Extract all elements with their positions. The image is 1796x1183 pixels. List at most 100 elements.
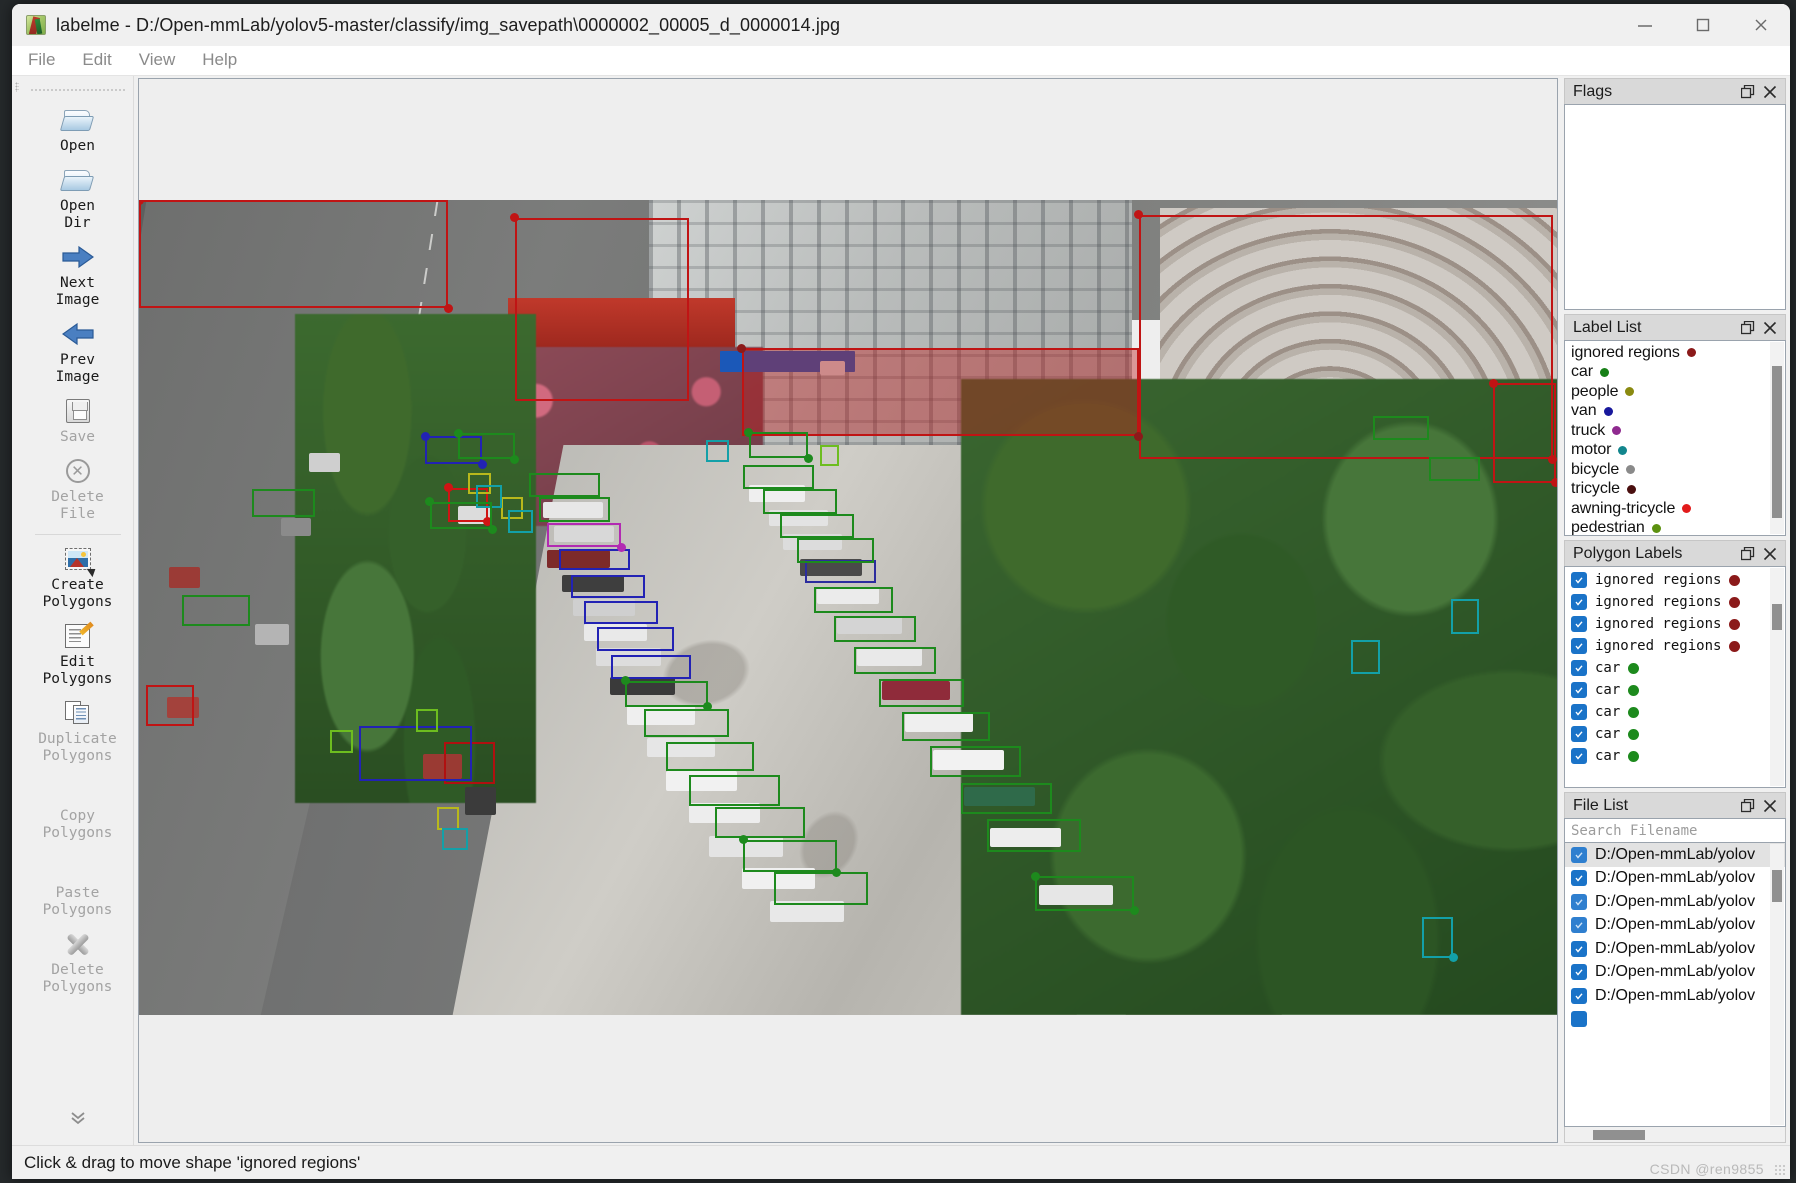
toolbar-copy-polygons[interactable]: Copy Polygons xyxy=(22,770,133,847)
resize-grip[interactable] xyxy=(1774,1164,1786,1176)
flags-list[interactable] xyxy=(1564,104,1786,310)
float-panel-icon[interactable] xyxy=(1737,795,1759,817)
shape-car[interactable] xyxy=(625,681,707,707)
list-item[interactable]: D:/Open-mmLab/yolov xyxy=(1565,937,1785,961)
toolbar-duplicate-polygons[interactable]: Duplicate Polygons xyxy=(22,693,133,770)
shape-ignored-regions[interactable] xyxy=(1493,383,1555,482)
shape-pedestrian[interactable] xyxy=(330,730,353,753)
polygon-labels-list[interactable]: ignored regions ignored regions ignored … xyxy=(1564,566,1786,788)
list-item[interactable]: car xyxy=(1565,657,1785,679)
close-panel-icon[interactable] xyxy=(1759,543,1781,565)
minimize-button[interactable] xyxy=(1616,4,1674,46)
shape-vertex[interactable] xyxy=(444,304,453,313)
shape-ignored-regions[interactable] xyxy=(515,218,689,401)
float-panel-icon[interactable] xyxy=(1737,317,1759,339)
chevron-down-icon[interactable] xyxy=(68,1110,88,1131)
toolbar-save[interactable]: Save xyxy=(22,391,133,451)
close-panel-icon[interactable] xyxy=(1759,795,1781,817)
checkbox-checked[interactable] xyxy=(1571,964,1587,980)
menu-file[interactable]: File xyxy=(26,48,68,74)
shape-car[interactable] xyxy=(430,502,492,530)
list-item[interactable]: D:/Open-mmLab/yolov xyxy=(1565,843,1785,867)
shape-vertex[interactable] xyxy=(737,344,746,353)
checkbox-checked[interactable] xyxy=(1571,638,1587,654)
shape-vertex[interactable] xyxy=(478,460,487,469)
shape-vertex[interactable] xyxy=(1551,478,1557,487)
shape-motor[interactable] xyxy=(1451,599,1479,633)
close-panel-icon[interactable] xyxy=(1759,317,1781,339)
toolbar-drag-handle[interactable] xyxy=(12,76,22,1145)
checkbox-checked[interactable] xyxy=(1571,847,1587,863)
list-item[interactable]: tricycle xyxy=(1565,480,1785,500)
toolbar-paste-polygons[interactable]: Paste Polygons xyxy=(22,847,133,924)
toolbar-delete-file[interactable]: ✕ Delete File xyxy=(22,451,133,528)
list-item[interactable]: car xyxy=(1565,723,1785,745)
shape-van[interactable] xyxy=(571,575,645,598)
file-list-scrollbar[interactable] xyxy=(1770,844,1784,1125)
shape-vertex[interactable] xyxy=(1130,906,1139,915)
shape-car[interactable] xyxy=(743,840,837,873)
list-item[interactable]: D:/Open-mmLab/yolov xyxy=(1565,890,1785,914)
shape-ignored-regions[interactable] xyxy=(1139,215,1553,460)
list-item[interactable]: bicycle xyxy=(1565,460,1785,480)
shape-car[interactable] xyxy=(797,538,874,562)
list-item[interactable]: ignored regions xyxy=(1565,591,1785,613)
shape-van[interactable] xyxy=(359,726,472,781)
checkbox-checked[interactable] xyxy=(1571,917,1587,933)
toolbar-edit-polygons[interactable]: Edit Polygons xyxy=(22,616,133,693)
shape-motor[interactable] xyxy=(706,440,729,461)
shape-car[interactable] xyxy=(666,742,754,771)
shape-vertex[interactable] xyxy=(744,428,753,437)
shape-vertex[interactable] xyxy=(1031,872,1040,881)
shape-car[interactable] xyxy=(780,514,854,538)
label-list[interactable]: ignored regions car people van truck mot… xyxy=(1564,340,1786,536)
toolbar-next-image[interactable]: Next Image xyxy=(22,237,133,314)
toolbar-create-polygons[interactable]: Create Polygons xyxy=(22,539,133,616)
shape-van[interactable] xyxy=(559,549,630,570)
toolbar-prev-image[interactable]: Prev Image xyxy=(22,314,133,391)
shape-motor[interactable] xyxy=(442,828,468,851)
shape-car[interactable] xyxy=(1035,876,1134,910)
shape-car[interactable] xyxy=(743,465,814,489)
list-item[interactable]: car xyxy=(1565,363,1785,383)
list-item[interactable]: car xyxy=(1565,701,1785,723)
list-item[interactable]: van xyxy=(1565,402,1785,422)
shape-car[interactable] xyxy=(749,432,809,458)
menu-edit[interactable]: Edit xyxy=(80,48,124,74)
checkbox-checked[interactable] xyxy=(1571,941,1587,957)
shape-truck[interactable] xyxy=(547,523,621,547)
shape-motor[interactable] xyxy=(1422,917,1453,958)
list-item[interactable]: D:/Open-mmLab/yolov xyxy=(1565,961,1785,985)
close-button[interactable] xyxy=(1732,4,1790,46)
close-panel-icon[interactable] xyxy=(1759,81,1781,103)
shape-pedestrian[interactable] xyxy=(820,445,840,466)
list-item[interactable]: awning-tricycle xyxy=(1565,499,1785,519)
list-item[interactable]: people xyxy=(1565,382,1785,402)
shape-car[interactable] xyxy=(987,819,1081,852)
shape-car[interactable] xyxy=(715,807,806,838)
maximize-button[interactable] xyxy=(1674,4,1732,46)
shape-ignored-regions-selected[interactable] xyxy=(742,348,1139,436)
image-canvas[interactable] xyxy=(138,78,1558,1143)
shape-vertex[interactable] xyxy=(832,868,841,877)
shape-tricycle[interactable] xyxy=(146,685,194,726)
annotation-overlay[interactable] xyxy=(139,200,1557,1015)
shape-car[interactable] xyxy=(879,679,964,707)
checkbox-checked[interactable] xyxy=(1571,594,1587,610)
shape-car[interactable] xyxy=(774,872,868,905)
shape-vertex[interactable] xyxy=(444,483,453,492)
float-panel-icon[interactable] xyxy=(1737,81,1759,103)
menu-view[interactable]: View xyxy=(137,48,189,74)
shape-vertex[interactable] xyxy=(488,525,497,534)
toolbar-open[interactable]: Open xyxy=(22,100,133,160)
toolbar-delete-polygons[interactable]: Delete Polygons xyxy=(22,924,133,1001)
label-list-scrollbar[interactable] xyxy=(1770,342,1784,534)
list-item[interactable]: D:/Open-mmLab/yolov xyxy=(1565,867,1785,891)
list-item[interactable]: truck xyxy=(1565,421,1785,441)
shape-car[interactable] xyxy=(834,616,916,642)
shape-car[interactable] xyxy=(1373,416,1430,440)
shape-car[interactable] xyxy=(252,489,314,517)
shape-car[interactable] xyxy=(1429,457,1480,481)
shape-vertex[interactable] xyxy=(739,835,748,844)
list-item[interactable]: pedestrian xyxy=(1565,519,1785,537)
